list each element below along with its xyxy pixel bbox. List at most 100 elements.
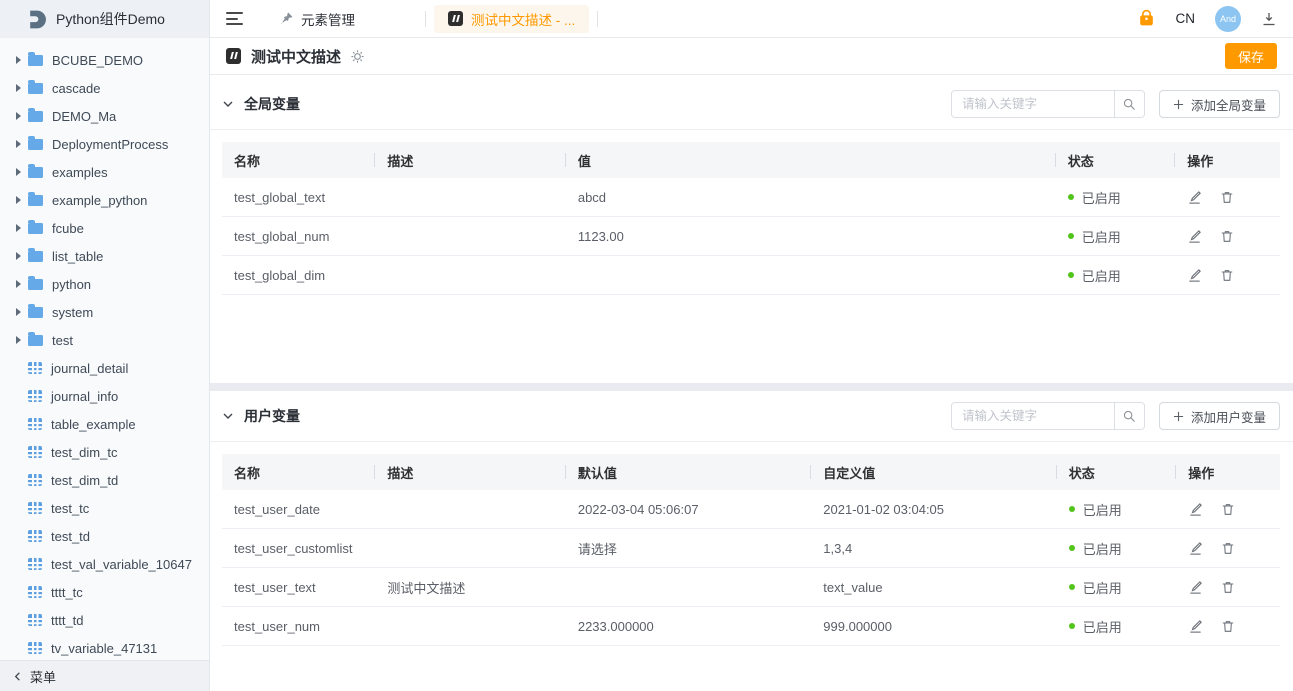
delete-button[interactable] [1221,502,1235,517]
caret-right-icon[interactable] [8,140,28,148]
caret-right-icon[interactable] [8,252,28,260]
status-dot [1069,506,1075,512]
tab-strip: 测试中文描述 - ... [425,5,598,33]
chevron-down-icon[interactable] [222,98,234,110]
edit-button[interactable] [1188,619,1203,634]
status-badge: 已启用 [1056,188,1176,207]
delete-button[interactable] [1220,268,1234,283]
delete-button[interactable] [1220,190,1234,205]
caret-right-icon[interactable] [8,56,28,64]
sidebar-table-journal-detail[interactable]: journal_detail [0,354,209,382]
gear-icon[interactable] [350,49,365,64]
caret-right-icon[interactable] [8,280,28,288]
sidebar-folder-python[interactable]: python [0,270,209,298]
sidebar-folder-examples[interactable]: examples [0,158,209,186]
sidebar-folder-example-python[interactable]: example_python [0,186,209,214]
sidebar-table-tttt-td[interactable]: tttt_td [0,606,209,634]
caret-right-icon[interactable] [8,196,28,204]
language-switch[interactable]: CN [1176,11,1196,26]
global-search-input[interactable] [952,91,1114,117]
folder-icon [28,139,43,150]
topbar: 元素管理 测试中文描述 - ... CN And [210,0,1293,38]
pin-icon [279,11,294,26]
delete-button[interactable] [1221,541,1235,556]
add-user-variable-button[interactable]: 添加用户变量 [1159,402,1280,430]
sidebar-table-test-dim-td[interactable]: test_dim_td [0,466,209,494]
table-header-row: 名称 描述 值 状态 操作 [222,142,1280,178]
status-badge: 已启用 [1056,227,1176,246]
trash-icon [1221,580,1235,595]
sidebar-table-tttt-tc[interactable]: tttt_tc [0,578,209,606]
trash-icon [1220,190,1234,205]
status-dot [1068,194,1074,200]
sidebar-table-tv-variable-47131[interactable]: tv_variable_47131 [0,634,209,660]
table-row: test_global_text abcd 已启用 [222,178,1280,217]
edit-button[interactable] [1187,190,1202,205]
folder-icon [28,195,43,206]
tab-active-variable-page[interactable]: 测试中文描述 - ... [434,5,589,33]
sidebar-table-table-example[interactable]: table_example [0,410,209,438]
sidebar-folder-list-table[interactable]: list_table [0,242,209,270]
sidebar-table-test-td[interactable]: test_td [0,522,209,550]
table-row: test_user_date 2022-03-04 05:06:07 2021-… [222,490,1280,529]
caret-right-icon[interactable] [8,168,28,176]
sidebar-table-test-dim-tc[interactable]: test_dim_tc [0,438,209,466]
sidebar-folder-demo-ma[interactable]: DEMO_Ma [0,102,209,130]
chevron-down-icon[interactable] [222,410,234,422]
sidebar-folder-fcube[interactable]: fcube [0,214,209,242]
edit-icon [1188,580,1203,595]
table-row: test_user_num 2233.000000 999.000000 已启用 [222,607,1280,646]
table-row: test_global_num 1123.00 已启用 [222,217,1280,256]
section-title: 全局变量 [244,94,300,114]
edit-button[interactable] [1187,229,1202,244]
delete-button[interactable] [1221,580,1235,595]
topbar-item-element-management[interactable]: 元素管理 [279,9,355,29]
status-dot [1068,233,1074,239]
status-dot [1068,272,1074,278]
user-search-input[interactable] [952,403,1114,429]
trash-icon [1221,541,1235,556]
caret-right-icon[interactable] [8,84,28,92]
sidebar-folder-test[interactable]: test [0,326,209,354]
global-search-button[interactable] [1114,91,1144,117]
sidebar-footer-label: 菜单 [30,667,56,686]
sidebar-folder-cascade[interactable]: cascade [0,74,209,102]
edit-button[interactable] [1188,541,1203,556]
section-separator [210,383,1293,391]
edit-icon [1187,229,1202,244]
caret-right-icon[interactable] [8,112,28,120]
folder-icon [28,223,43,234]
edit-button[interactable] [1188,502,1203,517]
sidebar-collapse-menu[interactable]: 菜单 [0,660,209,691]
sidebar-tree: BCUBE_DEMO cascade DEMO_Ma DeploymentPro… [0,38,209,660]
status-badge: 已启用 [1057,539,1177,558]
sidebar-folder-system[interactable]: system [0,298,209,326]
edit-icon [1188,619,1203,634]
user-search-button[interactable] [1114,403,1144,429]
edit-button[interactable] [1188,580,1203,595]
user-search-group [951,402,1145,430]
delete-button[interactable] [1220,229,1234,244]
add-global-variable-button[interactable]: 添加全局变量 [1159,90,1280,118]
hamburger-menu-icon[interactable] [226,12,243,25]
save-button[interactable]: 保存 [1225,43,1277,69]
sidebar: Python组件Demo BCUBE_DEMO cascade DEMO_Ma … [0,0,210,691]
download-icon[interactable] [1261,11,1277,27]
bag-icon[interactable] [1137,9,1156,28]
sidebar-folder-deploymentprocess[interactable]: DeploymentProcess [0,130,209,158]
sidebar-table-journal-info[interactable]: journal_info [0,382,209,410]
plus-icon [1173,99,1184,110]
cell-default: 请选择 [566,539,811,558]
caret-right-icon[interactable] [8,224,28,232]
delete-button[interactable] [1221,619,1235,634]
sidebar-table-test-tc[interactable]: test_tc [0,494,209,522]
page-header: 测试中文描述 保存 [210,38,1293,75]
table-icon [28,530,42,542]
cell-custom: 2021-01-02 03:04:05 [811,502,1056,517]
sidebar-folder-bcube-demo[interactable]: BCUBE_DEMO [0,46,209,74]
avatar[interactable]: And [1215,6,1241,32]
sidebar-table-test-val-variable-10647[interactable]: test_val_variable_10647 [0,550,209,578]
caret-right-icon[interactable] [8,308,28,316]
caret-right-icon[interactable] [8,336,28,344]
edit-button[interactable] [1187,268,1202,283]
